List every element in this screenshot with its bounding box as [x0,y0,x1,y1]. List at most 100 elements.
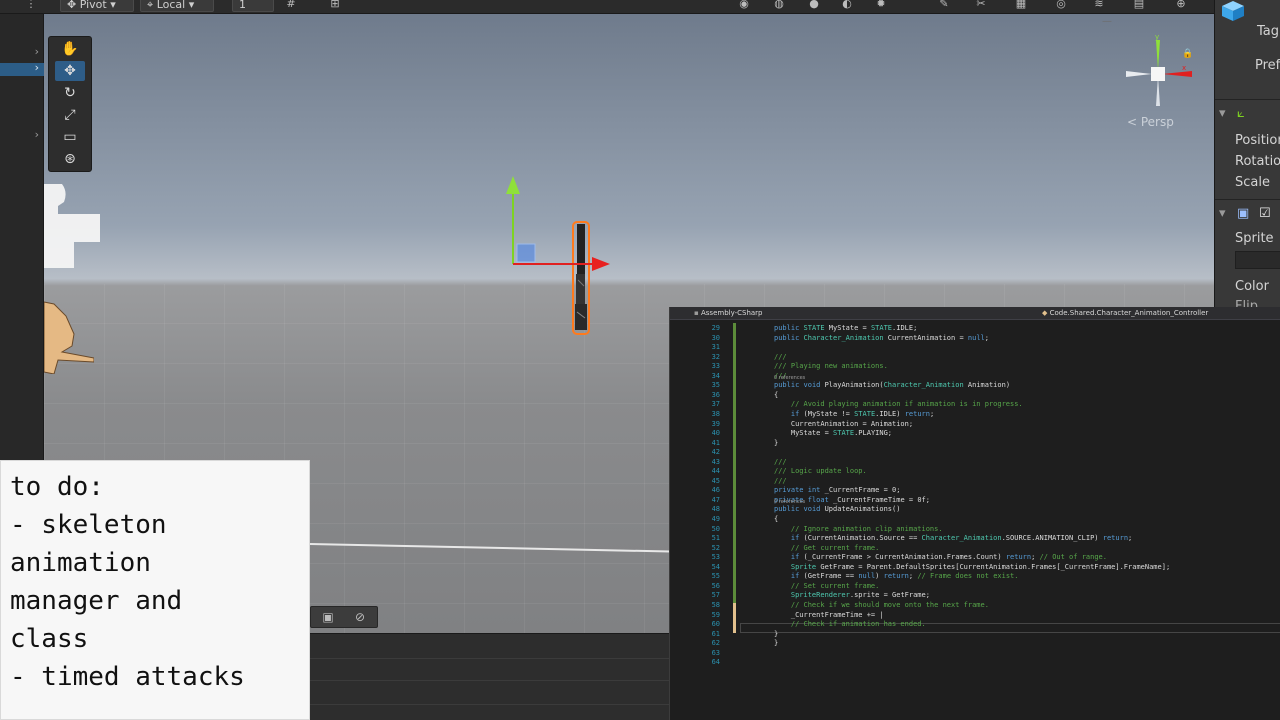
code-line[interactable]: { [774,390,1280,400]
tools-icon[interactable]: ✂ [972,0,990,12]
code-line[interactable]: /// [774,476,1280,486]
code-line[interactable]: // Set current frame. [774,581,1280,591]
code-line[interactable] [774,342,1280,352]
code-line[interactable]: SpriteRenderer.sprite = GetFrame; [774,590,1280,600]
code-line[interactable]: if (GetFrame == null) return; // Frame d… [774,571,1280,581]
console-divider [310,704,670,705]
code-line[interactable]: /// [774,371,1280,381]
foldout-arrow-icon[interactable]: ▾ [1219,106,1226,121]
code-line[interactable] [774,447,1280,457]
scale-tool-icon[interactable]: ⤢ [55,105,85,125]
rotation-label: Rotation [1235,154,1280,169]
move-handle-gizmo[interactable] [504,164,614,274]
layers-icon[interactable]: ≋ [1090,0,1108,12]
audio-icon[interactable]: ◐ [838,0,856,12]
code-line[interactable]: private float _CurrentFrameTime = 0f; [774,495,1280,505]
code-line[interactable]: // Check if we should move onto the next… [774,600,1280,610]
gizmos-icon[interactable]: ⊕ [1172,0,1190,12]
code-line[interactable]: public void UpdateAnimations() [774,504,1280,514]
position-label: Position [1235,133,1280,148]
code-line[interactable]: } [774,638,1280,648]
line-number: 34 [711,371,720,380]
class-path: Code.Shared.Character_Animation_Controll… [1049,309,1209,317]
code-line[interactable]: { [774,514,1280,524]
code-line[interactable]: private int _CurrentFrame = 0; [774,485,1280,495]
line-number: 51 [711,534,720,543]
snap-increment-field[interactable]: 1 [232,0,274,12]
transform-tool-icon[interactable]: ⊛ [55,149,85,169]
scene-camera-overlay: ▣ ⊘ [310,606,378,628]
code-line[interactable]: // Avoid playing animation if animation … [774,399,1280,409]
code-line[interactable] [774,657,1280,667]
class-dropdown[interactable]: ◆ Code.Shared.Character_Animation_Contro… [1042,307,1208,319]
camera-gizmo-icon[interactable] [44,184,100,268]
visibility-icon[interactable]: ◎ [1052,0,1070,12]
compass-icon[interactable]: ⊘ [349,609,371,625]
foldout-arrow-icon[interactable]: ▾ [1219,206,1226,221]
hierarchy-row-selected[interactable]: › [0,61,44,76]
hierarchy-row[interactable]: › [0,128,44,143]
code-line[interactable]: // Get current frame. [774,543,1280,553]
code-line[interactable]: public STATE MyState = STATE.IDLE; [774,323,1280,333]
component-tools-icon[interactable]: ▦ [1012,0,1030,12]
line-number: 41 [711,438,720,447]
code-line[interactable]: MyState = STATE.PLAYING; [774,428,1280,438]
code-line[interactable] [774,648,1280,658]
console-divider [310,680,670,681]
code-line[interactable]: public void PlayAnimation(Character_Anim… [774,380,1280,390]
code-line[interactable]: if (MyState != STATE.IDLE) return; [774,409,1280,419]
code-line[interactable]: /// [774,352,1280,362]
scene-toolbar: ⋮ ✥ Pivot ▾ ⌖ Local ▾ 1 # ⊞ ◉ ◍ ● ◐ ✹ ✎ … [0,0,1214,14]
grid-visibility-icon[interactable]: ⊞ [326,0,344,12]
sprite-field[interactable] [1235,251,1280,269]
snap-value: 1 [239,0,246,11]
code-line[interactable]: // Ignore animation clip animations. [774,524,1280,534]
code-line[interactable]: _CurrentFrameTime += | [774,610,1280,620]
move-tool-icon[interactable]: ✥ [55,61,85,81]
line-number: 37 [711,400,720,409]
overlay-icon[interactable]: ▤ [1130,0,1148,12]
code-line[interactable]: Sprite GetFrame = Parent.DefaultSprites[… [774,562,1280,572]
expand-arrow-icon[interactable]: › [35,128,39,141]
draw-mode-icon[interactable]: ◉ [735,0,753,12]
project-dropdown[interactable]: ▪ Assembly-CSharp [694,307,763,319]
line-number: 32 [711,352,720,361]
code-line[interactable]: } [774,438,1280,448]
effects-icon[interactable]: ✹ [872,0,890,12]
console-divider [310,658,670,659]
line-number: 30 [711,333,720,342]
code-line[interactable]: public Character_Animation CurrentAnimat… [774,333,1280,343]
pivot-dropdown[interactable]: ✥ Pivot ▾ [60,0,134,12]
gizmo-collapse-icon[interactable]: — [1102,16,1112,27]
code-line[interactable]: /// [774,457,1280,467]
expand-arrow-icon[interactable]: › [35,61,39,74]
code-line[interactable]: } [774,629,1280,639]
code-line[interactable]: if (CurrentAnimation.Source == Character… [774,533,1280,543]
perspective-label[interactable]: < Persp [1127,115,1174,129]
code-line[interactable]: /// Logic update loop. [774,466,1280,476]
line-number: 38 [711,409,720,418]
change-indicator-bar [733,323,736,613]
todo-line: to do: [10,472,104,502]
code-line[interactable]: /// Playing new animations. [774,361,1280,371]
lighting-icon[interactable]: ● [805,0,823,12]
rect-tool-icon[interactable]: ▭ [55,127,85,147]
line-number: 42 [711,448,720,457]
code-line[interactable]: if (_CurrentFrame > CurrentAnimation.Fra… [774,552,1280,562]
rotate-tool-icon[interactable]: ↻ [55,83,85,103]
code-line[interactable]: CurrentAnimation = Animation; [774,419,1280,429]
camera-icon[interactable]: ▣ [317,609,339,625]
expand-arrow-icon[interactable]: › [35,45,39,58]
view-tool-hand-icon[interactable]: ✋ [55,39,85,59]
sprite-hand-object[interactable] [44,294,94,374]
grid-snap-icon[interactable]: # [282,0,300,12]
hierarchy-row[interactable]: › [0,45,44,60]
2d-toggle-icon[interactable]: ◍ [770,0,788,12]
code-line[interactable]: // Check if animation has ended. [774,619,1280,629]
hidden-objects-icon[interactable]: ✎ [935,0,953,12]
local-dropdown[interactable]: ⌖ Local ▾ [140,0,214,12]
line-number: 44 [711,467,720,476]
toolbar-menu-icon[interactable]: ⋮ [22,0,40,12]
code-editor-window[interactable]: ▪ Assembly-CSharp ◆ Code.Shared.Characte… [669,307,1280,720]
component-enabled-checkbox[interactable]: ☑ [1259,206,1271,221]
